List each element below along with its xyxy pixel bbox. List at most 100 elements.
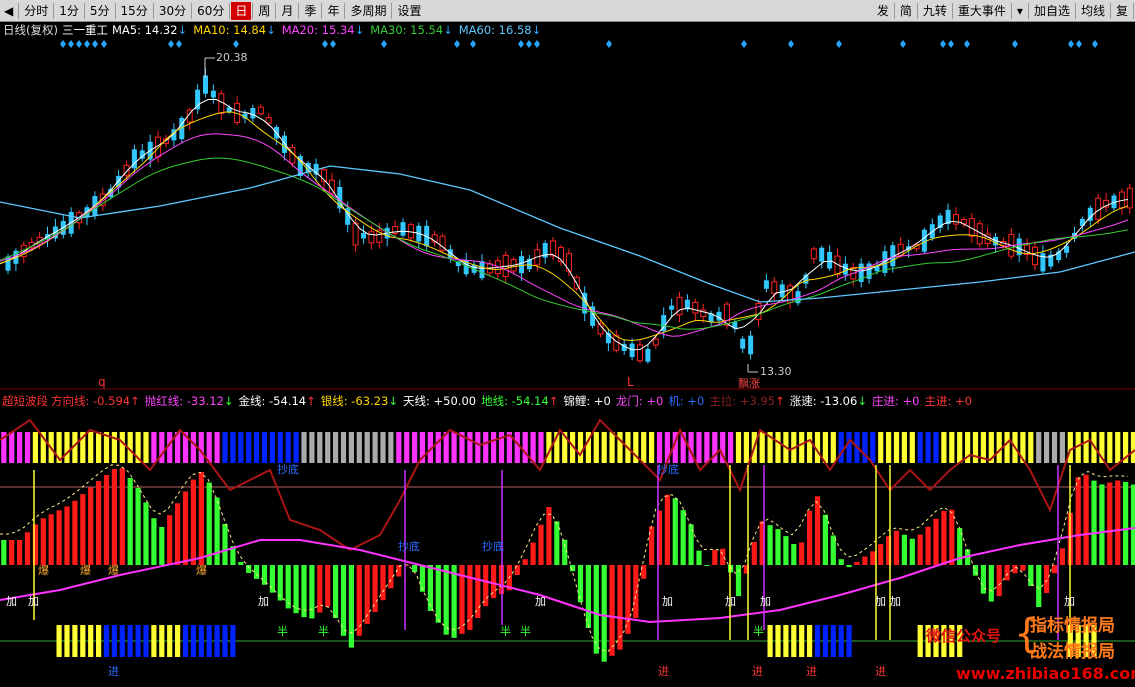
period-tab-3[interactable]: 15分 <box>117 2 152 20</box>
histogram-bar <box>190 479 196 565</box>
indicator-arrow-icon: ↑ <box>306 394 316 408</box>
histogram-bar <box>783 536 789 565</box>
period-tab-8[interactable]: 月 <box>277 2 297 20</box>
jin-label-3: 进 <box>806 665 817 678</box>
histogram-bar <box>151 518 157 565</box>
histogram-bar <box>483 565 489 607</box>
bottom-band-bar <box>96 625 102 657</box>
top-band-bar <box>143 432 149 463</box>
histogram-bar <box>182 491 189 565</box>
candle-up <box>692 301 699 314</box>
period-tab-6[interactable]: 日 <box>231 1 252 20</box>
top-band-bar <box>909 432 915 463</box>
toolbar-right: 发简九转 重大事件 ▾ 加自选 均线复 <box>873 0 1135 21</box>
period-tab-0[interactable]: 分时 <box>20 2 52 20</box>
histogram-bar <box>1123 481 1129 565</box>
top-band-bar <box>64 432 70 463</box>
histogram-bar <box>24 532 31 565</box>
histogram-bar <box>222 524 228 565</box>
ban-label-2: 半 <box>500 624 511 638</box>
period-tab-7[interactable]: 周 <box>254 2 274 20</box>
top-band-bar <box>198 432 204 463</box>
jia-label-0: 加 <box>6 595 17 608</box>
histogram-bar <box>175 503 181 565</box>
period-tab-12[interactable]: 设置 <box>393 2 425 20</box>
histogram-bar <box>119 468 125 565</box>
candle-up <box>352 222 359 246</box>
period-tab-9[interactable]: 季 <box>300 2 320 20</box>
back-icon[interactable]: ◀ <box>0 2 17 20</box>
histogram-bar <box>301 565 307 618</box>
candle-down <box>842 263 848 275</box>
candle-up <box>368 231 375 244</box>
toolbar-right-0[interactable]: 发 <box>873 2 893 20</box>
histogram-bar <box>309 565 315 619</box>
top-band-bar <box>1036 432 1042 463</box>
histogram-bar <box>538 524 544 565</box>
toolbar-right2-1[interactable]: 均线 <box>1077 2 1109 20</box>
candle-down <box>210 90 216 98</box>
period-tab-10[interactable]: 年 <box>323 2 343 20</box>
top-band-bar <box>412 432 418 463</box>
top-band-bar <box>649 432 655 463</box>
ma-value-3: MA30: 15.54↓ <box>370 23 453 37</box>
jia-label-8: 加 <box>890 595 901 608</box>
chao-di-label-3: 抄底 <box>657 462 679 476</box>
toolbar-right-1[interactable]: 简 <box>896 2 916 20</box>
histogram-bar <box>814 496 821 565</box>
top-band-bar <box>277 432 283 463</box>
indicator-value-5: 地线: -54.14↑ <box>481 394 559 408</box>
period-tab-2[interactable]: 5分 <box>86 2 114 20</box>
period-label: 日线(复权) <box>3 23 58 37</box>
top-band-bar <box>577 432 584 463</box>
top-band-bar <box>1051 432 1058 463</box>
candle-up <box>1032 246 1038 266</box>
indicator-arrow-icon: ↓ <box>857 394 867 408</box>
top-band-bar <box>317 432 323 463</box>
chao-di-label-1: 抄底 <box>398 539 420 553</box>
candle-down <box>400 222 406 236</box>
top-band-bar <box>1004 432 1010 463</box>
candle-down <box>629 343 635 357</box>
top-band-bar <box>743 432 749 463</box>
histogram-bar <box>443 565 449 635</box>
bottom-band-bar <box>135 625 141 657</box>
bottom-band-bar <box>846 625 852 657</box>
jia-label-1: 加 <box>28 595 39 608</box>
dropdown-icon[interactable]: ▾ <box>1013 2 1027 20</box>
ma-values: MA5: 14.32↓ MA10: 14.84↓ MA20: 15.34↓ MA30:… <box>112 22 541 38</box>
top-band-bar <box>483 432 489 463</box>
histogram-bar <box>56 510 62 565</box>
bottom-band-bar <box>119 625 125 657</box>
top-band-bar <box>775 432 781 463</box>
ma-arrow-icon: ↓ <box>354 23 365 37</box>
top-band-bar <box>846 432 852 463</box>
ma-value-0: MA5: 14.32↓ <box>111 23 188 37</box>
histogram-bar <box>206 482 212 565</box>
histogram-bar <box>143 502 149 565</box>
toolbar-right2-2[interactable]: 复 <box>1112 2 1132 20</box>
period-tab-5[interactable]: 60分 <box>193 2 228 20</box>
indicator-arrow-icon: ↑ <box>775 394 785 408</box>
histogram-bar <box>333 565 339 619</box>
ma-arrow-icon: ↓ <box>266 23 276 37</box>
histogram-bar <box>862 556 868 565</box>
bottom-band-bar <box>151 625 157 657</box>
histogram-bar <box>522 559 528 565</box>
toolbar-right-3[interactable]: 重大事件 <box>954 2 1010 20</box>
toolbar-right-2[interactable]: 九转 <box>919 2 951 20</box>
candle-down <box>203 75 208 94</box>
top-band-bar <box>24 432 31 463</box>
top-band-bar <box>190 432 196 463</box>
histogram-bar <box>127 478 133 565</box>
jin-label-1: 进 <box>658 665 669 678</box>
jia-label-7: 加 <box>875 595 886 608</box>
period-tab-1[interactable]: 1分 <box>55 2 83 20</box>
period-tab-4[interactable]: 30分 <box>155 2 190 20</box>
toolbar-right2-0[interactable]: 加自选 <box>1030 2 1074 20</box>
candle-up <box>265 117 272 124</box>
top-band-bar <box>641 432 647 463</box>
period-tab-11[interactable]: 多周期 <box>346 2 390 20</box>
histogram-bar <box>854 561 860 565</box>
indicator-value-1: 抛红线: -33.12↓ <box>144 394 234 408</box>
